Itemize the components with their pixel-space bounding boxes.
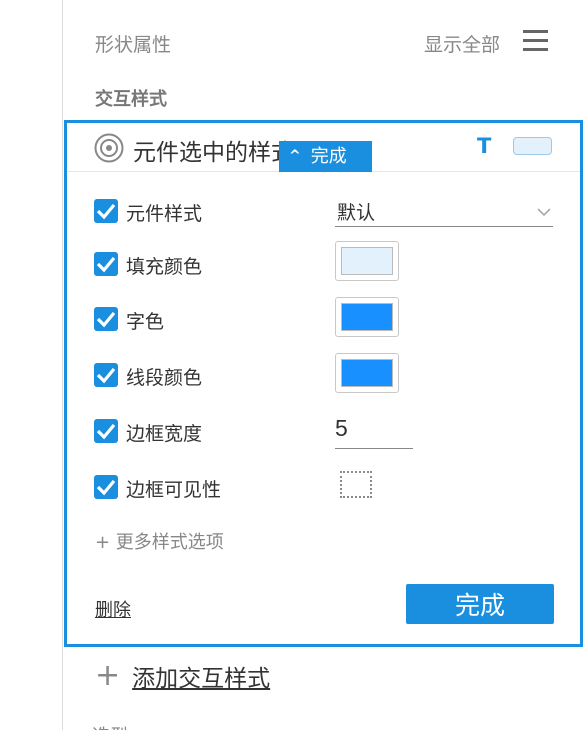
checkbox-checked-icon[interactable] (94, 199, 118, 223)
line-color-swatch[interactable] (335, 353, 399, 393)
hamburger-menu-icon[interactable] (523, 30, 548, 52)
checkbox-checked-icon[interactable] (94, 475, 118, 499)
done-button[interactable]: 完成 (406, 584, 554, 624)
widget-style-value: 默认 (337, 202, 376, 224)
property-label: 元件样式 (126, 203, 203, 225)
fill-color-preview (341, 247, 393, 275)
checkbox-checked-icon[interactable] (94, 307, 118, 331)
next-section-title: 选型 (92, 722, 128, 730)
chevron-down-icon (537, 208, 551, 217)
selected-style-title: 元件选中的样式 (133, 140, 294, 166)
property-label: 边框可见性 (126, 479, 222, 501)
property-label: 填充颜色 (126, 256, 203, 278)
left-gutter (0, 0, 63, 730)
more-style-options-link[interactable]: + 更多样式选项 (95, 528, 224, 554)
collapse-complete-tab[interactable]: ^ 完成 (279, 141, 372, 172)
font-color-swatch[interactable] (335, 297, 399, 337)
checkbox-checked-icon[interactable] (94, 252, 118, 276)
property-label: 边框宽度 (126, 423, 203, 445)
property-label: 字色 (126, 311, 165, 333)
text-style-icon[interactable]: T (477, 134, 491, 158)
section-title: 形状属性 (95, 34, 172, 56)
interaction-style-panel: 元件选中的样式 ^ 完成 T 元件样式 填充颜色 字色 线段颜色 边框宽度 边框… (64, 120, 583, 647)
widget-style-select[interactable]: 默认 (335, 198, 553, 227)
add-interaction-style-link[interactable]: 添加交互样式 (132, 659, 270, 693)
show-all-link[interactable]: 显示全部 (424, 30, 500, 57)
chevron-up-icon: ^ (289, 148, 301, 164)
delete-link[interactable]: 删除 (95, 596, 131, 622)
line-color-preview (341, 359, 393, 387)
border-visibility-icon[interactable] (340, 471, 372, 498)
checkbox-checked-icon[interactable] (94, 419, 118, 443)
interaction-style-title: 交互样式 (95, 89, 167, 110)
border-width-input[interactable] (335, 411, 405, 445)
font-color-preview (341, 303, 393, 331)
fill-color-swatch[interactable] (335, 241, 399, 281)
plus-icon: + (95, 658, 121, 693)
property-label: 线段颜色 (126, 367, 203, 389)
style-preview-swatch[interactable] (513, 137, 552, 155)
add-interaction-style-row[interactable]: + 添加交互样式 (95, 659, 270, 693)
checkbox-checked-icon[interactable] (94, 363, 118, 387)
complete-tab-label: 完成 (310, 146, 347, 167)
border-width-field[interactable] (335, 411, 413, 449)
target-icon (94, 133, 124, 163)
